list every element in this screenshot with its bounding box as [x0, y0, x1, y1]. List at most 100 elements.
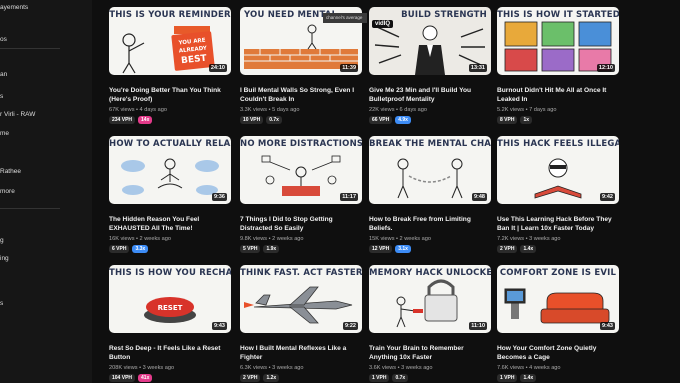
- vidiq-badges: 1 VPH 1.4x: [497, 374, 619, 382]
- video-duration: 12:10: [596, 64, 615, 72]
- video-card[interactable]: THINK FAST. ACT FASTER 9:22 How I Built …: [240, 265, 362, 382]
- multiplier-badge: 1x: [520, 116, 533, 124]
- vidiq-badges: 8 VPH 1x: [497, 116, 619, 124]
- video-duration: 9:22: [342, 322, 358, 330]
- vidiq-badges: 10 VPH 0.7x: [240, 116, 362, 124]
- video-thumbnail[interactable]: THIS IS HOW YOU RECHARGE RESET 9:43: [109, 265, 231, 333]
- multiplier-badge: 0.7x: [392, 374, 409, 382]
- vph-badge: 10 VPH: [240, 116, 264, 124]
- video-card[interactable]: THIS IS HOW IT STARTED 12:10 Burnout Did…: [497, 7, 619, 124]
- sidebar-divider: [0, 208, 60, 209]
- sidebar-item-payments[interactable]: ayements: [0, 4, 28, 11]
- sidebar-item-channel-3[interactable]: r Virli - RAW: [0, 111, 35, 118]
- sidebar-item-shopping[interactable]: ing: [0, 255, 9, 262]
- video-meta: 22K views • 6 days ago: [369, 107, 427, 113]
- multiplier-badge: 1.9x: [263, 245, 280, 253]
- vph-badge: 8 VPH: [497, 116, 518, 124]
- sidebar-item-music[interactable]: s: [0, 300, 3, 307]
- video-title[interactable]: 7 Things I Did to Stop Getting Distracte…: [240, 216, 362, 233]
- video-title[interactable]: Burnout Didn't Hit Me All at Once It Lea…: [497, 87, 619, 104]
- video-title[interactable]: How Your Comfort Zone Quietly Becomes a …: [497, 345, 619, 362]
- reset-label: RESET: [158, 304, 183, 312]
- vph-badge: 6 VPH: [109, 245, 130, 253]
- video-thumbnail[interactable]: THINK FAST. ACT FASTER 9:22: [240, 265, 362, 333]
- multiplier-badge: 3.3x: [132, 245, 149, 253]
- video-thumbnail[interactable]: COMFORT ZONE IS EVIL 9:43: [497, 265, 619, 333]
- sidebar-divider: [0, 48, 60, 49]
- video-title[interactable]: The Hidden Reason You Feel EXHAUSTED All…: [109, 216, 231, 233]
- video-meta: 6.3K views • 3 weeks ago: [240, 365, 304, 371]
- sidebar-item-trending[interactable]: g: [0, 237, 4, 244]
- video-meta: 7.2K views • 3 weeks ago: [497, 236, 561, 242]
- video-card[interactable]: THIS HACK FEELS ILLEGAL 9:42 Use This Le…: [497, 136, 619, 253]
- vph-badge: 66 VPH: [369, 116, 393, 124]
- sidebar-item-show-more[interactable]: more: [0, 188, 15, 195]
- video-thumbnail[interactable]: BUILD STRENGTH 13:31: [369, 7, 491, 75]
- video-thumbnail[interactable]: THIS HACK FEELS ILLEGAL 9:42: [497, 136, 619, 204]
- video-card[interactable]: BREAK THE MENTAL CHAINS 9:48 How to Brea…: [369, 136, 491, 253]
- video-duration: 9:43: [599, 322, 615, 330]
- multiplier-badge: 3.1x: [395, 245, 411, 253]
- video-meta: 9.8K views • 2 weeks ago: [240, 236, 304, 242]
- video-duration: 13:31: [468, 64, 487, 72]
- vidiq-badges: 1 VPH 0.7x: [369, 374, 491, 382]
- video-duration: 11:39: [340, 64, 358, 72]
- video-thumbnail[interactable]: THIS IS HOW IT STARTED 12:10: [497, 7, 619, 75]
- video-card[interactable]: NO MORE DISTRACTIONS 11:17 7 Things I Di…: [240, 136, 362, 253]
- video-duration: 11:10: [469, 322, 487, 330]
- video-meta: 16K views • 2 weeks ago: [109, 236, 171, 242]
- video-title[interactable]: How I Built Mental Reflexes Like a Fight…: [240, 345, 362, 362]
- video-meta: 67K views • 4 days ago: [109, 107, 167, 113]
- vidiq-badges: 2 VPH 1.4x: [497, 245, 619, 253]
- vidiq-logo-badge[interactable]: vidIQ: [372, 20, 394, 28]
- vidiq-badges: 234 VPH 14x: [109, 116, 231, 124]
- video-thumbnail[interactable]: BREAK THE MENTAL CHAINS 9:48: [369, 136, 491, 204]
- vidiq-badges: 2 VPH 1.2x: [240, 374, 362, 382]
- vph-badge: 1 VPH: [497, 374, 518, 382]
- video-card[interactable]: MEMORY HACK UNLOCKED 11:10 Train Your Br…: [369, 265, 491, 382]
- multiplier-badge: 4.9x: [395, 116, 411, 124]
- video-title[interactable]: How to Break Free from Limiting Beliefs.: [369, 216, 491, 233]
- vidiq-badges: 66 VPH 4.9x: [369, 116, 491, 124]
- vph-badge: 104 VPH: [109, 374, 136, 382]
- multiplier-badge: 1.4x: [520, 245, 537, 253]
- sidebar-item-channel-5[interactable]: Rathee: [0, 168, 21, 175]
- multiplier-badge: 14x: [138, 116, 153, 124]
- sidebar-item-videos[interactable]: os: [0, 36, 7, 43]
- video-title[interactable]: You're Doing Better Than You Think (Here…: [109, 87, 231, 104]
- vidiq-badges: 5 VPH 1.9x: [240, 245, 362, 253]
- video-title[interactable]: I Buil Mental Walls So Strong, Even I Co…: [240, 87, 362, 104]
- sidebar-item-channel-2[interactable]: s: [0, 93, 3, 100]
- video-meta: 3.6K views • 3 weeks ago: [369, 365, 433, 371]
- vidiq-tooltip: channel's average: [323, 13, 367, 23]
- video-card[interactable]: THIS IS HOW YOU RECHARGE RESET 9:43 Rest…: [109, 265, 231, 382]
- sidebar-item-channel-1[interactable]: an: [0, 71, 7, 78]
- video-duration: 11:17: [340, 193, 358, 201]
- vph-badge: 12 VPH: [369, 245, 393, 253]
- video-title[interactable]: Give Me 23 Min and I'll Build You Bullet…: [369, 87, 491, 104]
- video-card[interactable]: THIS IS YOUR REMINDER YOU ARE ALREADY BE…: [109, 7, 231, 124]
- video-thumbnail[interactable]: HOW TO ACTUALLY RELAX 9:36: [109, 136, 231, 204]
- video-thumbnail[interactable]: THIS IS YOUR REMINDER YOU ARE ALREADY BE…: [109, 7, 231, 75]
- video-card[interactable]: COMFORT ZONE IS EVIL 9:43 How Your Comfo…: [497, 265, 619, 382]
- video-duration: 9:43: [211, 322, 227, 330]
- multiplier-badge: 0.7x: [266, 116, 282, 124]
- multiplier-badge: 1.2x: [263, 374, 280, 382]
- video-card[interactable]: YOU NEED MENTAL 11:39 I Buil Mental Wall…: [240, 7, 362, 124]
- video-title[interactable]: Rest So Deep - It Feels Like a Reset But…: [109, 345, 231, 362]
- video-thumbnail[interactable]: NO MORE DISTRACTIONS 11:17: [240, 136, 362, 204]
- multiplier-badge: 1.4x: [520, 374, 537, 382]
- video-card[interactable]: HOW TO ACTUALLY RELAX 9:36 The Hidden Re…: [109, 136, 231, 253]
- video-meta: 5.2K views • 7 days ago: [497, 107, 557, 113]
- sidebar-item-channel-4[interactable]: me: [0, 130, 9, 137]
- video-thumbnail[interactable]: MEMORY HACK UNLOCKED 11:10: [369, 265, 491, 333]
- video-meta: 3.3K views • 5 days ago: [240, 107, 300, 113]
- video-duration: 24:10: [208, 64, 227, 72]
- video-duration: 9:36: [211, 193, 227, 201]
- video-title[interactable]: Use This Learning Hack Before They Ban I…: [497, 216, 619, 233]
- sidebar: ayements os an s r Virli - RAW me Rathee…: [0, 0, 92, 383]
- video-meta: 208K views • 3 weeks ago: [109, 365, 175, 371]
- video-title[interactable]: Train Your Brain to Remember Anything 10…: [369, 345, 491, 362]
- video-meta: 7.6K views • 4 weeks ago: [497, 365, 561, 371]
- video-duration: 9:48: [471, 193, 487, 201]
